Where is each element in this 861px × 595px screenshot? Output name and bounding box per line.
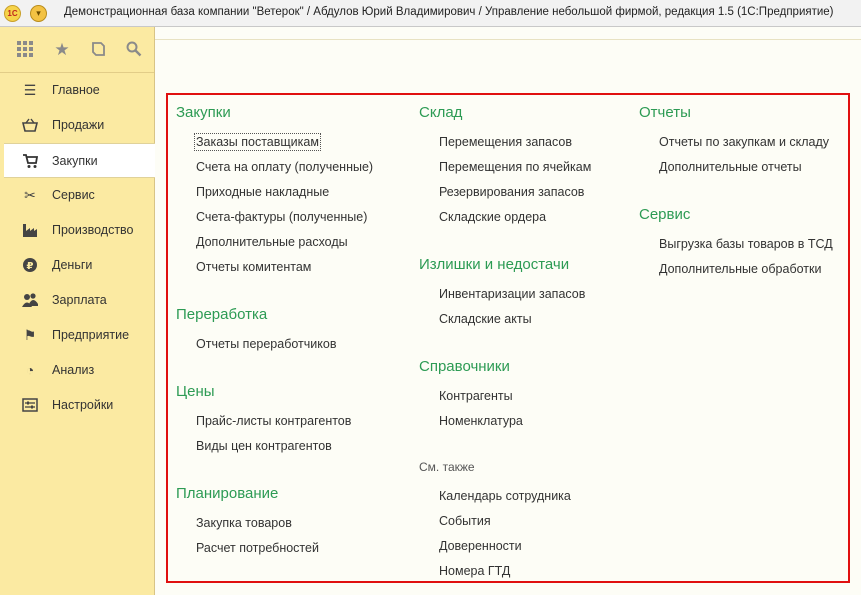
sidebar-item-label: Главное — [52, 83, 100, 97]
sidebar-item-money[interactable]: ₽ Деньги — [0, 248, 154, 283]
section-references-title: Справочники — [419, 358, 510, 375]
link-inventory-counts[interactable]: Инвентаризации запасов — [439, 287, 585, 301]
flag-icon: ⚑ — [23, 327, 37, 343]
sidebar-item-service[interactable]: ✂ Сервис — [0, 178, 154, 213]
link-purchase-warehouse-reports[interactable]: Отчеты по закупкам и складу — [659, 135, 829, 149]
window-titlebar: 1С ▾ Демонстрационная база компании "Вет… — [0, 0, 861, 27]
factory-icon — [22, 222, 38, 238]
basket-icon — [21, 117, 39, 133]
link-supplier-orders[interactable]: Заказы поставщикам — [194, 133, 321, 151]
sidebar-item-sales[interactable]: Продажи — [0, 108, 154, 143]
link-employee-calendar[interactable]: Календарь сотрудника — [439, 489, 571, 503]
sidebar-item-label: Зарплата — [52, 293, 107, 307]
link-additional-reports[interactable]: Дополнительные отчеты — [659, 160, 802, 174]
section-reports-title: Отчеты — [639, 104, 691, 121]
link-additional-expenses[interactable]: Дополнительные расходы — [196, 235, 348, 249]
section-warehouse-title: Склад — [419, 104, 463, 121]
sidebar-item-label: Деньги — [52, 258, 93, 272]
link-receipt-notes[interactable]: Приходные накладные — [196, 185, 329, 199]
section-prices-title: Цены — [176, 383, 215, 400]
main-menu-button[interactable]: ▾ — [30, 5, 47, 22]
ruble-icon: ₽ — [22, 257, 38, 273]
link-events[interactable]: События — [439, 514, 491, 528]
link-needs-calculation[interactable]: Расчет потребностей — [196, 541, 319, 555]
divider — [155, 39, 861, 40]
search-icon[interactable] — [124, 40, 144, 60]
section-purchases-title: Закупки — [176, 104, 231, 121]
menu-lines-icon: ☰ — [23, 82, 37, 98]
link-counterparties[interactable]: Контрагенты — [439, 389, 513, 403]
main-panel: Закупки Заказы поставщикам Счета на опла… — [155, 27, 861, 595]
sidebar-item-label: Настройки — [52, 398, 114, 412]
link-customs-numbers[interactable]: Номера ГТД — [439, 564, 510, 578]
link-stock-reservations[interactable]: Резервирования запасов — [439, 185, 584, 199]
settings-icon — [22, 397, 38, 413]
sidebar-item-label: Закупки — [52, 154, 98, 168]
tools-icon: ✂ — [24, 187, 36, 203]
sidebar-item-purchases[interactable]: Закупки — [4, 143, 155, 178]
link-consignor-reports[interactable]: Отчеты комитентам — [196, 260, 311, 274]
svg-text:₽: ₽ — [27, 261, 34, 272]
sidebar-item-settings[interactable]: Настройки — [0, 388, 154, 423]
sidebar-item-salary[interactable]: Зарплата — [0, 283, 154, 318]
link-nomenclature[interactable]: Номенклатура — [439, 414, 523, 428]
people-icon — [22, 292, 38, 308]
sidebar-item-production[interactable]: Производство — [0, 213, 154, 248]
sidebar-item-label: Производство — [52, 223, 134, 237]
link-invoices-received[interactable]: Счета на оплату (полученные) — [196, 160, 373, 174]
section-service-title: Сервис — [639, 206, 691, 223]
link-counterparty-price-lists[interactable]: Прайс-листы контрагентов — [196, 414, 351, 428]
link-warehouse-acts[interactable]: Складские акты — [439, 312, 532, 326]
window-title: Демонстрационная база компании "Ветерок"… — [64, 6, 834, 18]
sidebar-item-label: Предприятие — [52, 328, 130, 342]
link-additional-processing[interactable]: Дополнительные обработки — [659, 262, 821, 276]
section-planning-title: Планирование — [176, 485, 279, 502]
see-also-title: См. также — [419, 460, 475, 474]
app-logo-icon[interactable]: 1С — [4, 5, 21, 22]
sidebar-item-label: Анализ — [52, 363, 95, 377]
link-processor-reports[interactable]: Отчеты переработчиков — [196, 337, 336, 351]
sidebar-item-enterprise[interactable]: ⚑ Предприятие — [0, 318, 154, 353]
apps-grid-icon[interactable] — [15, 40, 35, 60]
pie-chart-icon: ◔ — [25, 362, 35, 378]
history-icon[interactable] — [88, 40, 108, 60]
link-counterparty-price-types[interactable]: Виды цен контрагентов — [196, 439, 332, 453]
sidebar-item-main[interactable]: ☰ Главное — [0, 73, 154, 108]
sidebar-item-analysis[interactable]: ◔ Анализ — [0, 353, 154, 388]
sidebar: ★ ☰ Главное Продажи Закупки ✂ Сервис Про… — [0, 27, 155, 595]
link-goods-purchase[interactable]: Закупка товаров — [196, 516, 292, 530]
section-surplus-title: Излишки и недостачи — [419, 256, 570, 273]
sidebar-item-label: Сервис — [52, 188, 95, 202]
link-powers-of-attorney[interactable]: Доверенности — [439, 539, 522, 553]
link-tax-invoices-received[interactable]: Счета-фактуры (полученные) — [196, 210, 367, 224]
link-tsd-export[interactable]: Выгрузка базы товаров в ТСД — [659, 237, 833, 251]
sections-nav: ☰ Главное Продажи Закупки ✂ Сервис Произ… — [0, 73, 155, 423]
sidebar-item-label: Продажи — [52, 118, 105, 132]
link-warehouse-orders[interactable]: Складские ордера — [439, 210, 546, 224]
cart-icon — [22, 153, 39, 169]
section-processing-title: Переработка — [176, 306, 268, 323]
star-icon[interactable]: ★ — [52, 40, 72, 60]
quick-access-bar: ★ — [0, 27, 154, 73]
link-cell-transfers[interactable]: Перемещения по ячейкам — [439, 160, 591, 174]
link-stock-transfers[interactable]: Перемещения запасов — [439, 135, 572, 149]
